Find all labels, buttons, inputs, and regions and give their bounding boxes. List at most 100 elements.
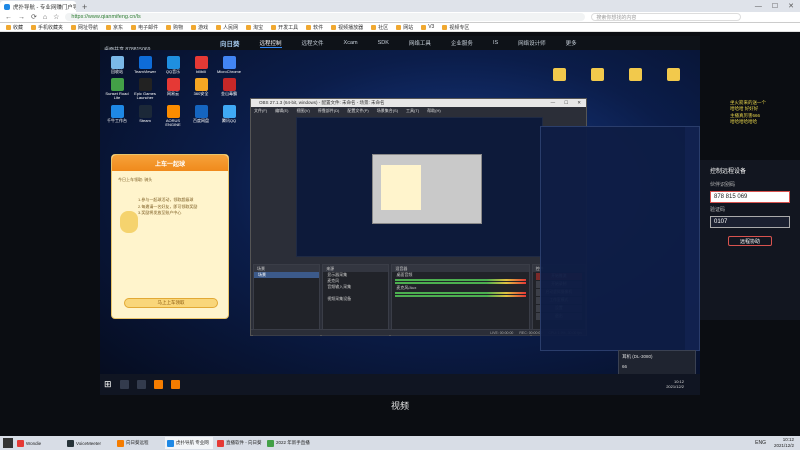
remote-nav-item[interactable]: 网络设计师: [518, 39, 546, 47]
remote-nav-item[interactable]: 更多: [566, 39, 577, 47]
folder-icon: [628, 68, 642, 81]
refresh-icon[interactable]: ⟳: [31, 13, 37, 21]
address-bar: ← → ⟳ ⌂ ☆ https://www.qianmifeng.cn/ls 搜…: [0, 12, 800, 23]
desktop-file[interactable]: [584, 68, 610, 81]
desktop-shortcut[interactable]: MicroChrome: [216, 56, 242, 74]
minimize-button[interactable]: —: [551, 100, 556, 106]
ime-indicator[interactable]: ENG: [755, 440, 772, 446]
desktop-shortcut[interactable]: QQ音乐: [160, 56, 186, 74]
obs-menu-item[interactable]: 文件(F): [254, 108, 267, 114]
back-icon[interactable]: ←: [5, 14, 12, 21]
minimize-button[interactable]: —: [755, 3, 762, 10]
bookmark-item[interactable]: 视频播放器: [331, 24, 363, 31]
volume-popup[interactable]: 耳机 (DL-3080) 66: [618, 350, 696, 376]
new-tab-button[interactable]: +: [76, 2, 93, 12]
bookmark-item[interactable]: 购物: [166, 24, 183, 31]
taskbar-app-icon[interactable]: [136, 380, 146, 389]
forward-icon[interactable]: →: [18, 14, 25, 21]
bookmark-item[interactable]: 游戏: [191, 24, 208, 31]
remote-nav-item[interactable]: 远程文件: [302, 39, 324, 47]
obs-menu-item[interactable]: 帮助(H): [427, 108, 441, 114]
desktop-shortcut[interactable]: 360安全: [188, 78, 214, 100]
desktop-shortcut[interactable]: 腾讯QQ: [216, 104, 242, 127]
bookmark-item[interactable]: 网站: [396, 24, 413, 31]
remote-nav-item[interactable]: 远程控制: [259, 39, 282, 48]
windows-start-icon[interactable]: ⊞: [104, 379, 112, 390]
claim-button[interactable]: 马上上车领取: [124, 298, 218, 308]
popup-line: 今日上车领取: 骑头: [118, 177, 153, 182]
bookmark-item[interactable]: 手机收藏夹: [31, 24, 63, 31]
system-clock[interactable]: 10:12 2021/12/2: [774, 437, 800, 448]
obs-preview[interactable]: [296, 117, 543, 257]
bookmark-icon: [6, 24, 11, 30]
taskbar-app-icon[interactable]: [119, 380, 129, 389]
taskbar-item[interactable]: VoiceMeeter: [65, 437, 113, 449]
remote-nav-item[interactable]: IS: [493, 40, 498, 46]
star-icon[interactable]: ☆: [53, 13, 59, 21]
desktop-shortcut[interactable]: bilibili: [188, 56, 214, 74]
obs-window[interactable]: OBS 27.1.3 (64-bit, windows) - 配置文件: 未命名…: [250, 98, 587, 336]
taskbar-item[interactable]: Wondie: [15, 437, 63, 449]
windows-start-icon[interactable]: [3, 438, 13, 448]
maximize-button[interactable]: ☐: [564, 100, 568, 106]
desktop-shortcut[interactable]: Steam: [132, 104, 158, 127]
desktop-shortcut[interactable]: AORUS ENGINE: [160, 104, 186, 127]
maximize-button[interactable]: ☐: [772, 2, 778, 10]
obs-menu-item[interactable]: 工具(T): [406, 108, 419, 114]
bookmark-item[interactable]: 收藏: [6, 24, 23, 31]
desktop-shortcut[interactable]: Epic Games Launcher: [132, 78, 158, 100]
obs-menu-item[interactable]: 配置文件(P): [347, 108, 368, 114]
desktop-shortcut[interactable]: Sunset Road Lite: [104, 78, 130, 100]
taskbar-item[interactable]: 2022 年新手直播: [265, 437, 313, 449]
bookmark-item[interactable]: 京东: [106, 24, 123, 31]
verify-code-input[interactable]: 0107: [710, 216, 790, 228]
taskbar-item[interactable]: 虎扑导航 专业网: [165, 437, 213, 449]
remote-nav-item[interactable]: 企业服务: [451, 39, 473, 47]
desktop-shortcut[interactable]: 金山毒霸: [216, 78, 242, 100]
taskbar-item[interactable]: 向日葵远程: [115, 437, 163, 449]
obs-menu-item[interactable]: 编辑(E): [275, 108, 288, 114]
bookmark-item[interactable]: 开发工具: [271, 24, 298, 31]
remote-nav-item[interactable]: 网络工具: [409, 39, 431, 47]
mixer-channel-label: 麦克风/Aux: [396, 285, 417, 290]
desktop-file[interactable]: [622, 68, 648, 81]
bookmark-item[interactable]: V3: [421, 24, 434, 30]
bookmark-item[interactable]: 社区: [371, 24, 388, 31]
remote-assist-button[interactable]: 远程协助: [728, 236, 772, 246]
obs-menu-item[interactable]: 停靠部件(D): [318, 108, 340, 114]
bookmark-item[interactable]: 视频专区: [442, 24, 469, 31]
bookmark-item[interactable]: 电子邮件: [131, 24, 158, 31]
desktop-shortcut[interactable]: 千牛工作台: [104, 104, 130, 127]
bookmark-item[interactable]: 淘宝: [246, 24, 263, 31]
bookmark-item[interactable]: 软件: [306, 24, 323, 31]
desktop-file[interactable]: [546, 68, 572, 81]
chat-window[interactable]: [540, 126, 700, 351]
desktop-shortcut[interactable]: 网易云: [160, 78, 186, 100]
remote-desktop-view[interactable]: 回收站 TeamViewer QQ音乐 bilibili MicroChrome Suns…: [100, 50, 700, 395]
desktop-shortcut[interactable]: TeamViewer: [132, 56, 158, 74]
taskbar-app-icon[interactable]: [153, 380, 163, 389]
partner-id-input[interactable]: 878 815 069: [710, 191, 790, 203]
obs-menu-item[interactable]: 视图(V): [296, 108, 309, 114]
close-button[interactable]: ✕: [577, 100, 581, 106]
remote-nav-item[interactable]: Xcam: [344, 40, 358, 46]
desktop-shortcut[interactable]: 回收站: [104, 56, 130, 74]
desktop-file[interactable]: [660, 68, 686, 81]
search-input[interactable]: 搜索你想找的内容: [591, 13, 742, 21]
remote-control-panel: 控制远程设备 伙伴识别码 878 815 069 验证码 0107 远程协助: [700, 160, 800, 320]
obs-menu-item[interactable]: 场景集合(S): [377, 108, 398, 114]
mascot-icon: [120, 211, 138, 233]
source-item[interactable]: 视频采集设备: [323, 296, 388, 302]
taskbar-item[interactable]: 直播软件 - 向日葵: [215, 437, 263, 449]
remote-nav-item[interactable]: SDK: [378, 40, 389, 46]
home-icon[interactable]: ⌂: [43, 14, 47, 21]
scene-item[interactable]: 场景: [254, 272, 320, 278]
bookmark-item[interactable]: 人民网: [216, 24, 238, 31]
browser-tab[interactable]: 虎扑导航 - 专业网赚门户导航 · 你的站点 ✕: [0, 1, 76, 12]
desktop-shortcut[interactable]: 百度网盘: [188, 104, 214, 127]
taskbar-app-icon[interactable]: [170, 380, 180, 389]
close-button[interactable]: ✕: [788, 2, 794, 10]
chat-scrollbar[interactable]: [685, 127, 699, 350]
url-input[interactable]: https://www.qianmifeng.cn/ls: [65, 13, 586, 21]
bookmark-item[interactable]: 网址导航: [71, 24, 98, 31]
